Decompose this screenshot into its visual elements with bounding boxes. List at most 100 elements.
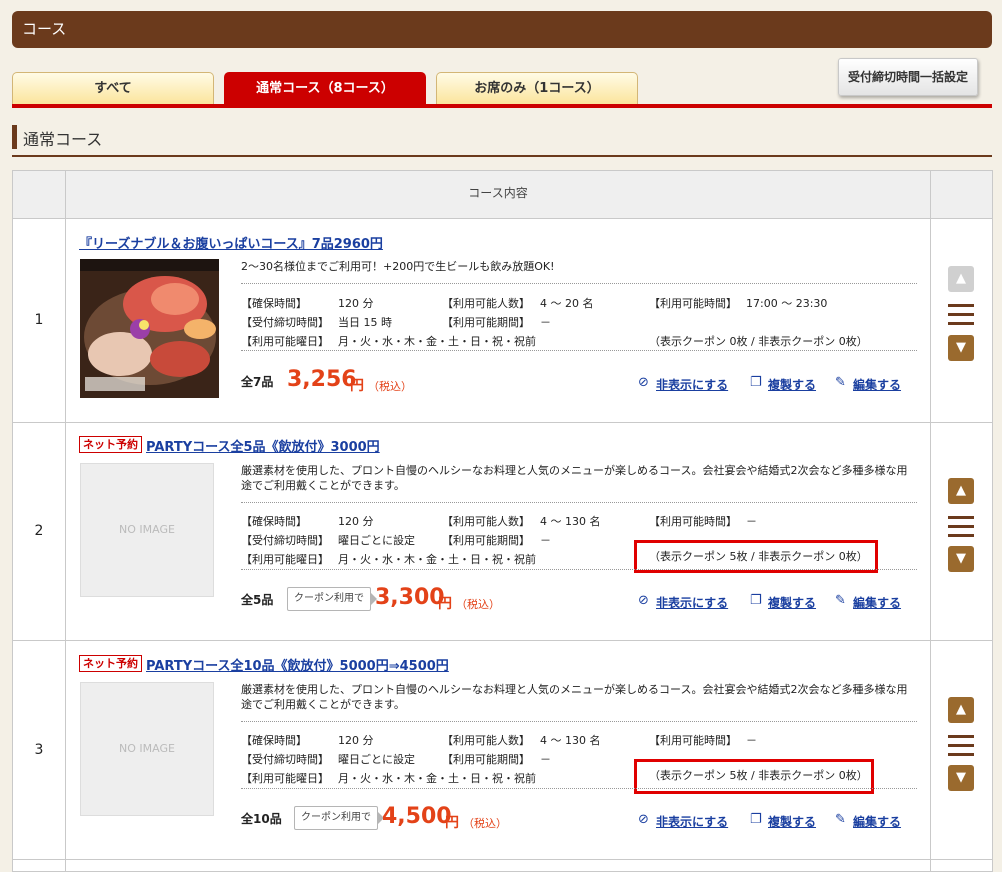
table-row [13,860,992,871]
move-down-icon[interactable]: ▼ [948,765,974,791]
label-people: 【利用可能人数】 [442,297,530,310]
value-people: 4 ～ 130 名 [540,515,601,528]
net-reservation-badge: ネット予約 [79,655,142,672]
label-days: 【利用可能曜日】 [241,772,329,785]
drag-handle-icon[interactable] [948,735,974,756]
section-heading-text: 通常コース [23,130,103,149]
copy-button[interactable]: 複製する [768,813,816,830]
hide-button[interactable]: 非表示にする [656,376,728,393]
label-days: 【利用可能曜日】 [241,335,329,348]
copy-icon[interactable]: ❐ [750,593,762,608]
course-description: 厳選素材を使用した、プロント自慢のヘルシーなお料理と人気のメニューが楽しめるコー… [241,683,908,711]
eye-slash-icon[interactable]: ⊘ [638,812,649,827]
no-image-placeholder: NO IMAGE [80,463,214,597]
price: 4,500 [382,804,452,829]
tab-all[interactable]: すべて [12,72,214,105]
copy-button[interactable]: 複製する [768,376,816,393]
label-cutoff: 【受付締切時間】 [241,316,329,329]
label-cutoff: 【受付締切時間】 [241,534,329,547]
course-description: 厳選素材を使用した、プロント自慢のヘルシーなお料理と人気のメニューが楽しめるコー… [241,464,908,492]
move-down-icon[interactable]: ▼ [948,546,974,572]
value-period: － [540,534,551,547]
label-days: 【利用可能曜日】 [241,553,329,566]
row-number: 3 [13,641,66,859]
value-people: 4 ～ 20 名 [540,297,594,310]
value-cutoff: 曜日ごとに設定 [338,753,415,766]
label-people: 【利用可能人数】 [442,515,530,528]
value-people: 4 ～ 130 名 [540,734,601,747]
move-up-icon[interactable]: ▲ [948,697,974,723]
value-hours: 17:00 ～ 23:30 [746,297,828,310]
eye-slash-icon[interactable]: ⊘ [638,375,649,390]
copy-button[interactable]: 複製する [768,594,816,611]
coupon-usage-tag: クーポン利用で [287,587,377,611]
column-header-content: コース内容 [468,186,528,200]
course-table: コース内容 1 『リーズナブル＆お腹いっぱいコース』7品2960円 2～30名様… [12,170,993,872]
tab-regular-courses[interactable]: 通常コース（8コース） [224,72,426,105]
row-number: 1 [13,219,66,422]
item-count: 全7品 [241,375,274,389]
item-count: 全5品 [241,593,274,607]
course-title-link[interactable]: 『リーズナブル＆お腹いっぱいコース』7品2960円 [79,233,383,252]
edit-button[interactable]: 編集する [853,376,901,393]
pencil-icon[interactable]: ✎ [835,812,846,827]
label-period: 【利用可能期間】 [442,316,530,329]
value-period: － [540,753,551,766]
section-heading: 通常コース [12,123,992,157]
course-title-link[interactable]: PARTYコース全5品《飲放付》3000円 [146,436,380,455]
coupon-count: （表示クーポン 0枚 / 非表示クーポン 0枚） [649,335,868,348]
value-hours: － [746,515,757,528]
tab-underline [12,104,992,108]
price-unit: 円 [438,596,452,612]
coupon-count: （表示クーポン 5枚 / 非表示クーポン 0枚） [649,550,868,563]
label-period: 【利用可能期間】 [442,753,530,766]
label-hours: 【利用可能時間】 [649,734,737,747]
table-header: コース内容 [13,171,992,219]
label-period: 【利用可能期間】 [442,534,530,547]
hide-button[interactable]: 非表示にする [656,813,728,830]
table-row: 2 ネット予約 PARTYコース全5品《飲放付》3000円 NO IMAGE 厳… [13,423,992,641]
pencil-icon[interactable]: ✎ [835,593,846,608]
eye-slash-icon[interactable]: ⊘ [638,593,649,608]
page-title: コース [12,11,992,48]
net-reservation-badge: ネット予約 [79,436,142,453]
no-image-placeholder: NO IMAGE [80,682,214,816]
coupon-count: （表示クーポン 5枚 / 非表示クーポン 0枚） [649,769,868,782]
hide-button[interactable]: 非表示にする [656,594,728,611]
coupon-usage-tag: クーポン利用で [294,806,384,830]
value-days: 月・火・水・木・金・土・日・祝・祝前 [338,553,536,566]
row-number: 2 [13,423,66,640]
course-description: 2～30名様位までご利用可！+200円で生ビールも飲み放題OK! [241,260,555,273]
drag-handle-icon[interactable] [948,304,974,325]
label-keep-time: 【確保時間】 [241,734,307,747]
value-cutoff: 当日 15 時 [338,316,392,329]
value-keep-time: 120 分 [338,297,374,310]
table-row: 1 『リーズナブル＆お腹いっぱいコース』7品2960円 2～30名様位までご利用… [13,219,992,423]
price-unit: 円 [445,815,459,831]
label-hours: 【利用可能時間】 [649,297,737,310]
value-days: 月・火・水・木・金・土・日・祝・祝前 [338,335,536,348]
table-row: 3 ネット予約 PARTYコース全10品《飲放付》5000円⇒4500円 NO … [13,641,992,860]
pencil-icon[interactable]: ✎ [835,375,846,390]
label-hours: 【利用可能時間】 [649,515,737,528]
move-down-icon[interactable]: ▼ [948,335,974,361]
value-hours: － [746,734,757,747]
price-unit: 円 [350,378,364,394]
section-heading-marker [12,125,17,149]
label-people: 【利用可能人数】 [442,734,530,747]
edit-button[interactable]: 編集する [853,813,901,830]
label-keep-time: 【確保時間】 [241,515,307,528]
value-keep-time: 120 分 [338,734,374,747]
course-title-link[interactable]: PARTYコース全10品《飲放付》5000円⇒4500円 [146,655,449,674]
move-up-icon[interactable]: ▲ [948,478,974,504]
price-tax: （税込） [368,380,412,393]
price-tax: （税込） [456,598,500,611]
item-count: 全10品 [241,812,282,826]
tab-seat-only[interactable]: お席のみ（1コース） [436,72,638,105]
edit-button[interactable]: 編集する [853,594,901,611]
drag-handle-icon[interactable] [948,516,974,537]
copy-icon[interactable]: ❐ [750,375,762,390]
move-up-icon: ▲ [948,266,974,292]
bulk-cutoff-button[interactable]: 受付締切時間一括設定 [838,58,978,96]
copy-icon[interactable]: ❐ [750,812,762,827]
